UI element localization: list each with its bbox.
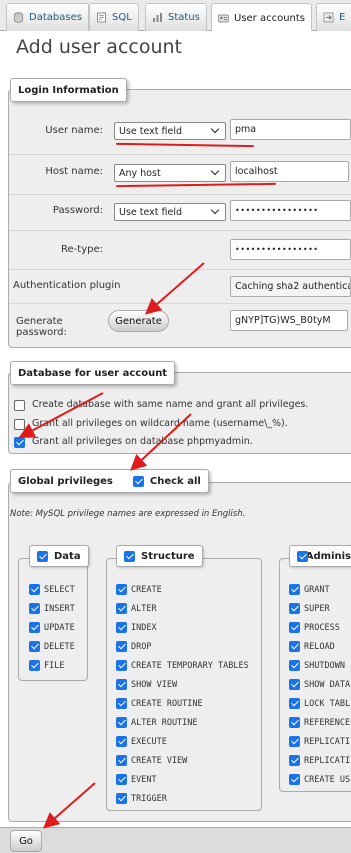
arrow-to-grant-database — [18, 392, 104, 438]
annotation-arrows — [18, 262, 205, 829]
arrow-to-generate — [144, 262, 205, 315]
arrow-to-check-all — [130, 413, 192, 471]
arrow-to-go — [42, 782, 96, 829]
